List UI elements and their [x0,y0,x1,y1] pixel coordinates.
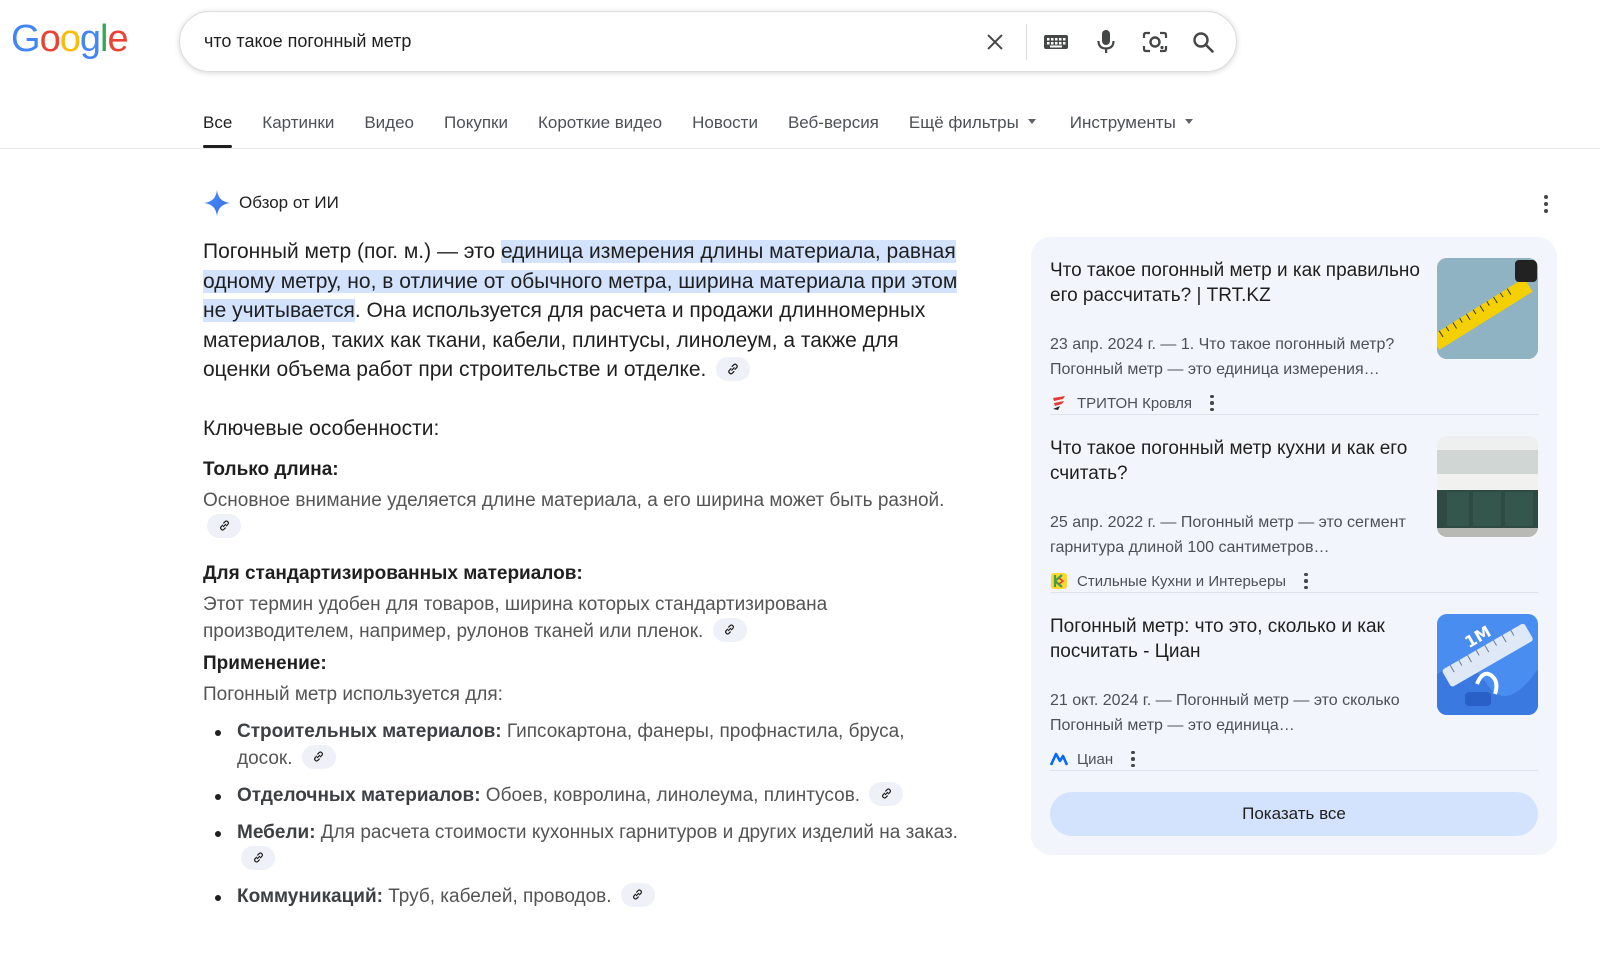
key-features-heading: Ключевые особенности: [203,416,440,440]
source-link-icon[interactable] [301,744,336,769]
source-link-icon[interactable] [207,513,241,538]
list-item: Отделочных материалов: Обоев, ковролина,… [215,781,963,809]
search-divider [1026,24,1027,60]
search-icon[interactable] [1188,27,1218,57]
tab-short-videos[interactable]: Короткие видео [538,113,662,149]
tab-images[interactable]: Картинки [262,113,334,149]
source-more-icon[interactable] [1304,572,1308,590]
more-options-icon[interactable] [1536,192,1556,216]
list-item: Мебели: Для расчета стоимости кухонных г… [215,819,963,873]
ai-overview-content: Погонный метр (пог. м.) — это единица из… [203,237,963,920]
list-item: Коммуникаций: Труб, кабелей, проводов. [215,882,963,910]
tab-web[interactable]: Веб-версия [788,113,879,149]
camera-lens-icon[interactable] [1140,27,1170,57]
search-box[interactable]: что такое погонный метр [179,11,1237,72]
source-more-icon[interactable] [1131,750,1135,768]
tape-measure-thumbnail[interactable] [1437,258,1538,359]
tab-tools[interactable]: Инструменты [1070,113,1193,149]
logo-letter: l [99,18,109,60]
ai-summary: Погонный метр (пог. м.) — это единица из… [203,237,963,385]
feature-title: Только длина: [203,458,339,480]
chevron-down-icon [1027,119,1036,125]
meter-illustration-thumbnail[interactable]: 1M [1437,614,1538,715]
source-title[interactable]: Что такое погонный метр и как правильно … [1050,258,1420,308]
source-snippet: 23 апр. 2024 г. — 1. Что такое погонный … [1050,336,1395,378]
search-tabs: Все Картинки Видео Покупки Короткие виде… [203,113,1223,149]
logo-letter: o [59,18,81,60]
feature-text: Основное внимание уделяется длине матери… [203,487,963,541]
source-link-icon[interactable] [241,845,275,870]
ai-overview-title: Обзор от ИИ [239,193,339,212]
source-snippet: 25 апр. 2022 г. — Погонный метр — это се… [1050,514,1406,556]
source-link-icon[interactable] [716,356,751,381]
application-intro: Погонный метр используется для: [203,683,503,705]
logo-letter: g [79,18,101,60]
ai-overview-header: Обзор от ИИ [203,189,339,217]
tab-more-filters[interactable]: Ещё фильтры [909,113,1036,149]
application-title: Применение: [203,652,327,674]
list-item: Строительных материалов: Гипсокартона, ф… [215,718,963,772]
feature-text: Этот термин удобен для товаров, ширина к… [203,593,828,642]
tab-all[interactable]: Все [203,113,233,149]
source-site: ТРИТОН Кровля [1050,392,1214,414]
kitchen-favicon-icon [1050,572,1068,590]
source-link-icon[interactable] [712,617,747,642]
tab-news[interactable]: Новости [692,113,758,149]
tab-video[interactable]: Видео [364,113,414,149]
source-divider [1050,770,1538,771]
sparkle-icon [204,190,230,216]
clear-icon[interactable] [980,27,1010,57]
search-input[interactable]: что такое погонный метр [204,31,411,52]
source-site: Циан [1050,748,1135,770]
source-divider [1050,592,1538,593]
source-link-icon[interactable] [620,882,655,907]
logo-letter: o [39,18,61,60]
sources-panel: Что такое погонный метр и как правильно … [1031,237,1557,855]
microphone-icon[interactable] [1091,27,1121,57]
summary-text: Погонный метр (пог. м.) — это [203,240,501,263]
logo-letter: G [11,18,41,60]
triton-favicon-icon [1050,394,1068,412]
chevron-down-icon [1184,119,1193,125]
show-all-button[interactable]: Показать все [1050,792,1538,836]
source-divider [1050,414,1538,415]
source-link-icon[interactable] [869,781,904,806]
feature-title: Для стандартизированных материалов: [203,562,583,584]
logo-letter: e [107,18,128,60]
source-site: Стильные Кухни и Интерьеры [1050,570,1308,592]
source-title[interactable]: Погонный метр: что это, сколько и как по… [1050,614,1420,664]
google-logo[interactable]: Google [11,18,129,60]
keyboard-icon[interactable] [1041,27,1071,57]
source-title[interactable]: Что такое погонный метр кухни и как его … [1050,436,1420,486]
cian-favicon-icon [1050,750,1068,768]
header-divider [0,148,1600,149]
application-list: Строительных материалов: Гипсокартона, ф… [203,718,963,910]
source-snippet: 21 окт. 2024 г. — Погонный метр — это ск… [1050,692,1400,734]
tab-shopping[interactable]: Покупки [444,113,508,149]
source-more-icon[interactable] [1210,394,1214,412]
kitchen-thumbnail[interactable] [1437,436,1538,537]
